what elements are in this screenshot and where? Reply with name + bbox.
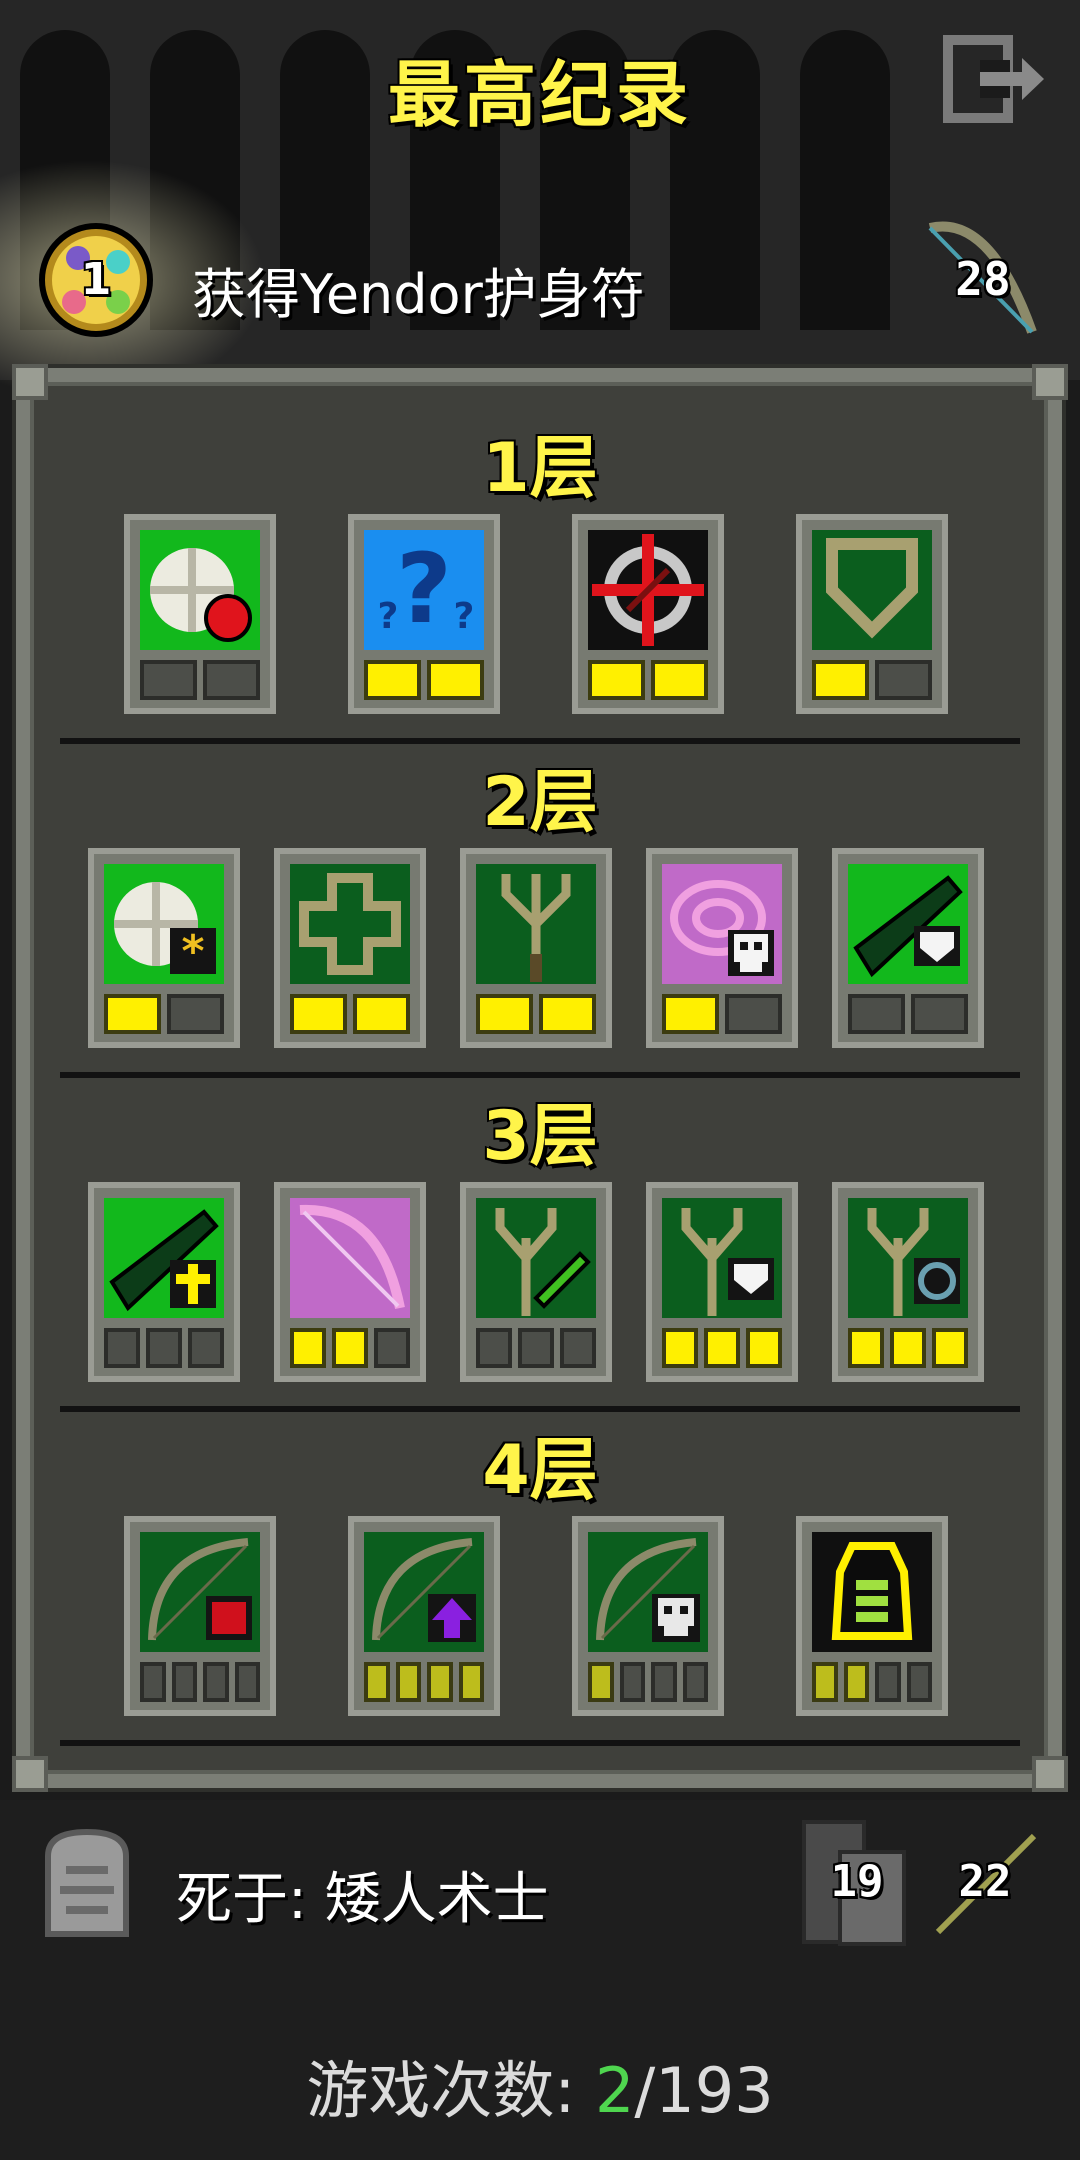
cross-health-icon: [290, 864, 410, 984]
item-card[interactable]: [460, 848, 612, 1048]
tree-shield-icon: [662, 1198, 782, 1318]
exit-icon[interactable]: [940, 30, 1050, 130]
item-card[interactable]: [796, 514, 948, 714]
death-cause: 死于: 矮人术士: [176, 1867, 549, 1932]
item-card[interactable]: [646, 1182, 798, 1382]
badge-number: 1: [80, 254, 112, 305]
floor-label-2: 2层: [482, 763, 598, 842]
item-card[interactable]: [124, 1516, 276, 1716]
item-card[interactable]: [572, 514, 724, 714]
svg-text:?: ?: [454, 596, 475, 637]
panel-corner: [12, 364, 48, 400]
item-card[interactable]: [572, 1516, 724, 1716]
svg-text:?: ?: [378, 596, 399, 637]
floor-label-4: 4层: [482, 1431, 598, 1510]
food-star-icon: *: [104, 864, 224, 984]
panel-corner: [1032, 1756, 1068, 1792]
tombstone-icon: [45, 1828, 129, 1937]
crosshair-target-icon: [588, 530, 708, 650]
floor-label-3: 3层: [482, 1097, 598, 1176]
page-title: 最高纪录: [387, 53, 692, 137]
record-description: 获得Yendor护身符: [192, 263, 645, 326]
panel-corner: [12, 1756, 48, 1792]
item-card[interactable]: [832, 1182, 984, 1382]
floor-divider: [60, 1406, 1020, 1412]
floor-divider: [60, 738, 1020, 744]
bow-purple-arrow-icon: [364, 1532, 484, 1652]
svg-text:?: ?: [396, 533, 452, 645]
tree-icon: [476, 864, 596, 984]
games-current: 2: [594, 2054, 635, 2127]
item-card[interactable]: [460, 1182, 612, 1382]
depth-number: 19: [830, 1856, 884, 1907]
hero-level-number: 22: [958, 1856, 1012, 1907]
games-played: 游戏次数: 2/193: [0, 2040, 1080, 2130]
games-total: /193: [634, 2054, 774, 2127]
item-card[interactable]: [348, 1516, 500, 1716]
weapon-cross-icon: [104, 1198, 224, 1318]
svg-text:*: *: [181, 926, 204, 977]
floor-divider: [60, 1740, 1020, 1746]
bow-red-icon: [140, 1532, 260, 1652]
tree-dart-icon: [476, 1198, 596, 1318]
shield-icon: [812, 530, 932, 650]
yellow-armor-icon: [812, 1532, 932, 1652]
item-card[interactable]: [646, 848, 798, 1048]
item-card[interactable]: [274, 848, 426, 1048]
games-label: 游戏次数:: [306, 2054, 576, 2127]
item-card[interactable]: [832, 848, 984, 1048]
bow-skull-icon: [588, 1532, 708, 1652]
item-card[interactable]: [274, 1182, 426, 1382]
pink-bow-icon: [290, 1198, 410, 1318]
item-card[interactable]: ? ? ?: [348, 514, 500, 714]
pink-swirl-skull-icon: [662, 864, 782, 984]
weapon-shield-icon: [848, 864, 968, 984]
floor-label-1: 1层: [482, 429, 598, 508]
item-card[interactable]: [88, 1182, 240, 1382]
item-card[interactable]: [124, 514, 276, 714]
panel-corner: [1032, 364, 1068, 400]
unknown-question-icon: ? ? ?: [364, 530, 484, 650]
item-card[interactable]: *: [88, 848, 240, 1048]
apple-food-icon: [140, 530, 260, 650]
weapon-level-number: 28: [955, 252, 1011, 306]
tree-ring-icon: [848, 1198, 968, 1318]
floor-divider: [60, 1072, 1020, 1078]
item-card[interactable]: [796, 1516, 948, 1716]
